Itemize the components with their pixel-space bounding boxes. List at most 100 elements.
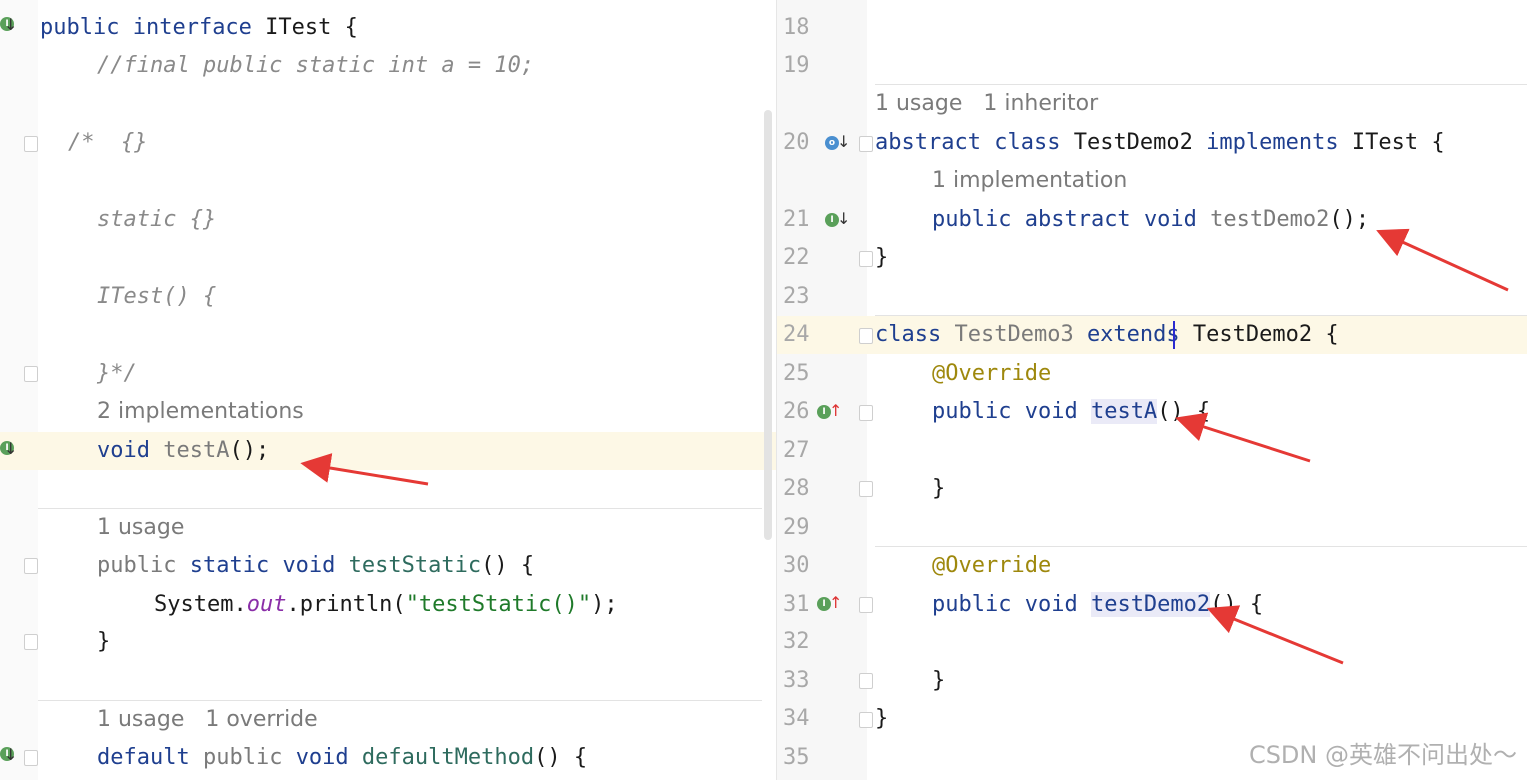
fold-icon[interactable] xyxy=(859,136,873,152)
implementation-hint[interactable]: 1 implementation xyxy=(932,162,1127,200)
inlay-hint-line[interactable]: 2 implementations xyxy=(0,393,776,431)
down-arrow-icon[interactable]: ↓ xyxy=(4,441,17,457)
code-token: extends xyxy=(1086,322,1193,347)
code-line[interactable]: ITest() { xyxy=(0,278,776,316)
code-token: } xyxy=(97,629,111,654)
code-token: static {} xyxy=(97,207,217,232)
vertical-scrollbar[interactable] xyxy=(764,110,772,540)
fold-icon[interactable] xyxy=(859,481,873,497)
change-marker xyxy=(776,520,777,522)
fold-icon[interactable] xyxy=(859,597,873,613)
code-line[interactable]: /* {} xyxy=(0,124,776,162)
fold-icon[interactable] xyxy=(24,136,38,152)
code-line[interactable]: abstract class TestDemo2 implements ITes… xyxy=(777,124,1527,162)
code-line[interactable]: //final public static int a = 10; xyxy=(0,47,776,85)
code-token: void xyxy=(97,438,164,463)
inlay-hint-line[interactable]: 1 usage 1 override xyxy=(0,701,776,739)
code-line[interactable]: } xyxy=(0,623,776,661)
code-text: default public void defaultMethod() { xyxy=(97,739,587,777)
text-caret xyxy=(1173,321,1175,349)
code-line[interactable]: public interface ITest { xyxy=(0,9,776,47)
change-marker xyxy=(776,315,777,317)
up-arrow-icon[interactable]: ↑ xyxy=(829,595,842,611)
code-token: testStatic xyxy=(348,553,482,578)
code-token: TestDemo2 { xyxy=(1192,322,1339,347)
up-arrow-icon[interactable]: ↑ xyxy=(829,403,842,419)
code-token: testDemo2 xyxy=(1090,592,1211,617)
code-text: }*/ xyxy=(97,355,137,393)
usage-hint[interactable]: 1 usage xyxy=(97,509,184,547)
code-line[interactable]: } xyxy=(777,662,1527,700)
line-number: 35 xyxy=(783,745,810,770)
code-line-current[interactable]: void testA(); xyxy=(0,432,776,470)
inlay-hint-line[interactable]: 1 usage xyxy=(0,509,776,547)
code-line[interactable]: default public void defaultMethod() { xyxy=(0,739,776,777)
code-line[interactable]: } xyxy=(777,239,1527,277)
code-text: public void testDemo2() { xyxy=(932,586,1263,624)
fold-icon[interactable] xyxy=(859,251,873,267)
code-line[interactable]: static {} xyxy=(0,201,776,239)
usage-inheritor-hint[interactable]: 1 usage 1 inheritor xyxy=(875,85,1098,123)
code-token: static xyxy=(189,553,283,578)
code-token: () { xyxy=(481,553,535,578)
right-editor-pane[interactable]: 18 19 20 21 22 23 24 25 26 27 28 29 30 3… xyxy=(776,0,1527,780)
code-token: ITest { xyxy=(265,15,358,40)
code-token: } xyxy=(875,706,889,731)
line-number: 29 xyxy=(783,515,810,540)
down-arrow-icon[interactable]: ↓ xyxy=(837,134,850,150)
fold-icon[interactable] xyxy=(859,328,873,344)
code-text: public abstract void testDemo2(); xyxy=(932,201,1369,239)
code-token: void xyxy=(282,553,349,578)
code-line[interactable]: public void testA() { xyxy=(777,393,1527,431)
code-line[interactable]: @Override xyxy=(777,355,1527,393)
code-line-current[interactable]: class TestDemo3 extends TestDemo2 { xyxy=(777,316,1527,354)
usage-override-hint[interactable]: 1 usage 1 override xyxy=(97,701,318,739)
code-token: @Override xyxy=(932,553,1052,578)
fold-icon[interactable] xyxy=(24,634,38,650)
code-line[interactable]: } xyxy=(777,470,1527,508)
code-token: testA xyxy=(163,438,230,463)
code-line[interactable]: public void testDemo2() { xyxy=(777,586,1527,624)
code-token: public xyxy=(932,207,1025,232)
fold-icon[interactable] xyxy=(24,750,38,766)
code-token: TestDemo3 xyxy=(954,322,1087,347)
down-arrow-icon[interactable]: ↓ xyxy=(4,747,17,763)
code-line[interactable]: public abstract void testDemo2(); xyxy=(777,201,1527,239)
code-text: ITest() { xyxy=(97,278,216,316)
down-arrow-icon[interactable]: ↓ xyxy=(837,211,850,227)
code-text: @Override xyxy=(932,547,1051,585)
code-text: public interface ITest { xyxy=(40,9,358,47)
code-text: void testA(); xyxy=(97,432,269,470)
code-token: //final public static int a = 10; xyxy=(97,53,535,78)
code-text: public void testA() { xyxy=(932,393,1210,431)
line-number: 23 xyxy=(783,284,810,309)
code-text: } xyxy=(932,662,945,700)
down-arrow-icon[interactable]: ↓ xyxy=(4,17,17,33)
code-token: () { xyxy=(534,745,588,770)
code-line[interactable]: @Override xyxy=(777,547,1527,585)
code-token: () { xyxy=(1210,592,1264,617)
code-token: testA xyxy=(1090,399,1158,424)
fold-icon[interactable] xyxy=(24,558,38,574)
code-line[interactable]: } xyxy=(777,700,1527,738)
code-line[interactable]: public static void testStatic() { xyxy=(0,547,776,585)
inlay-hint-line[interactable]: 1 implementation xyxy=(777,162,1527,200)
fold-icon[interactable] xyxy=(24,366,38,382)
code-line[interactable]: }*/ xyxy=(0,355,776,393)
code-token: "testStatic()" xyxy=(405,592,592,617)
code-token: (); xyxy=(229,438,270,463)
implementations-hint[interactable]: 2 implementations xyxy=(97,393,304,431)
code-token: void xyxy=(1024,399,1091,424)
code-token: default xyxy=(97,745,203,770)
code-text: } xyxy=(97,623,110,661)
inlay-hint-line[interactable]: 1 usage 1 inheritor xyxy=(777,85,1527,123)
line-number: 32 xyxy=(783,629,810,654)
fold-icon[interactable] xyxy=(859,712,873,728)
left-editor-pane[interactable]: public interface ITest { //final public … xyxy=(0,0,776,780)
code-line[interactable]: System.out.println("testStatic()"); xyxy=(0,586,776,624)
fold-icon[interactable] xyxy=(859,405,873,421)
fold-icon[interactable] xyxy=(859,673,873,689)
code-token: System. xyxy=(154,592,247,617)
code-token: TestDemo2 xyxy=(1073,130,1207,155)
code-token: interface xyxy=(132,15,266,40)
